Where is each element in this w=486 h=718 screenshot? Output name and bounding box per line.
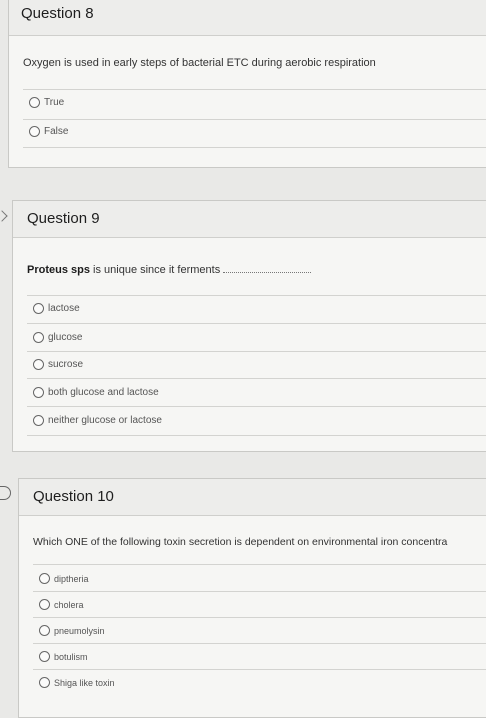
radio-icon[interactable] (33, 332, 44, 343)
divider (27, 351, 486, 352)
option-true[interactable]: True (29, 97, 64, 108)
option-botulism[interactable]: botulism (39, 651, 88, 662)
option-neither-glucose-or-lactose[interactable]: neither glucose or lactose (33, 415, 162, 426)
option-label: pneumolysin (54, 625, 105, 636)
question-9-card: Question 9 Proteus sps is unique since i… (12, 200, 486, 452)
radio-icon[interactable] (29, 97, 40, 108)
option-label: Shiga like toxin (54, 677, 115, 688)
question-8-prompt: Oxygen is used in early steps of bacteri… (23, 57, 376, 69)
option-sucrose[interactable]: sucrose (33, 359, 83, 370)
divider (27, 406, 486, 407)
answer-blank (223, 272, 312, 273)
radio-icon[interactable] (33, 415, 44, 426)
option-cholera[interactable]: cholera (39, 599, 84, 610)
divider (27, 435, 486, 436)
divider (33, 617, 486, 618)
radio-icon[interactable] (39, 599, 50, 610)
question-10-card: Question 10 Which ONE of the following t… (18, 478, 486, 718)
divider (27, 323, 486, 324)
question-10-prompt: Which ONE of the following toxin secreti… (33, 536, 448, 548)
option-label: cholera (54, 599, 84, 610)
option-label: both glucose and lactose (48, 387, 159, 398)
radio-icon[interactable] (33, 387, 44, 398)
divider (23, 119, 486, 120)
divider (33, 591, 486, 592)
question-10-title: Question 10 (33, 488, 114, 505)
question-9-title: Question 9 (27, 210, 100, 227)
flag-arrow-icon (0, 210, 8, 222)
divider (33, 669, 486, 670)
radio-icon[interactable] (39, 677, 50, 688)
radio-icon[interactable] (39, 625, 50, 636)
radio-icon[interactable] (29, 126, 40, 137)
divider (23, 147, 486, 148)
divider (23, 89, 486, 90)
option-label: True (44, 97, 65, 108)
option-both-glucose-and-lactose[interactable]: both glucose and lactose (33, 387, 159, 398)
option-diptheria[interactable]: diptheria (39, 573, 89, 584)
question-8-title: Question 8 (21, 5, 94, 22)
prompt-text: is unique since it ferments (89, 264, 221, 276)
radio-icon[interactable] (39, 651, 50, 662)
option-label: diptheria (54, 573, 89, 584)
option-label: lactose (48, 303, 80, 314)
option-label: neither glucose or lactose (48, 415, 162, 426)
option-label: glucose (48, 332, 83, 343)
option-pneumolysin[interactable]: pneumolysin (39, 625, 105, 636)
option-false[interactable]: False (29, 126, 68, 137)
divider (27, 295, 486, 296)
divider (27, 378, 486, 379)
option-label: False (44, 126, 69, 137)
question-8-header: Question 8 (9, 0, 486, 36)
question-9-header: Question 9 (13, 201, 486, 238)
option-glucose[interactable]: glucose (33, 332, 82, 343)
question-9-prompt: Proteus sps is unique since it ferments (27, 264, 312, 276)
question-10-header: Question 10 (19, 479, 486, 516)
option-shiga-like-toxin[interactable]: Shiga like toxin (39, 677, 115, 688)
option-label: sucrose (48, 359, 84, 370)
option-label: botulism (54, 651, 88, 662)
radio-icon[interactable] (39, 573, 50, 584)
option-lactose[interactable]: lactose (33, 303, 80, 314)
prompt-bold: Proteus sps (27, 264, 90, 276)
flag-arrow-icon (0, 486, 11, 500)
question-8-card: Question 8 Oxygen is used in early steps… (8, 0, 486, 168)
divider (33, 564, 486, 565)
radio-icon[interactable] (33, 303, 44, 314)
radio-icon[interactable] (33, 359, 44, 370)
divider (33, 643, 486, 644)
